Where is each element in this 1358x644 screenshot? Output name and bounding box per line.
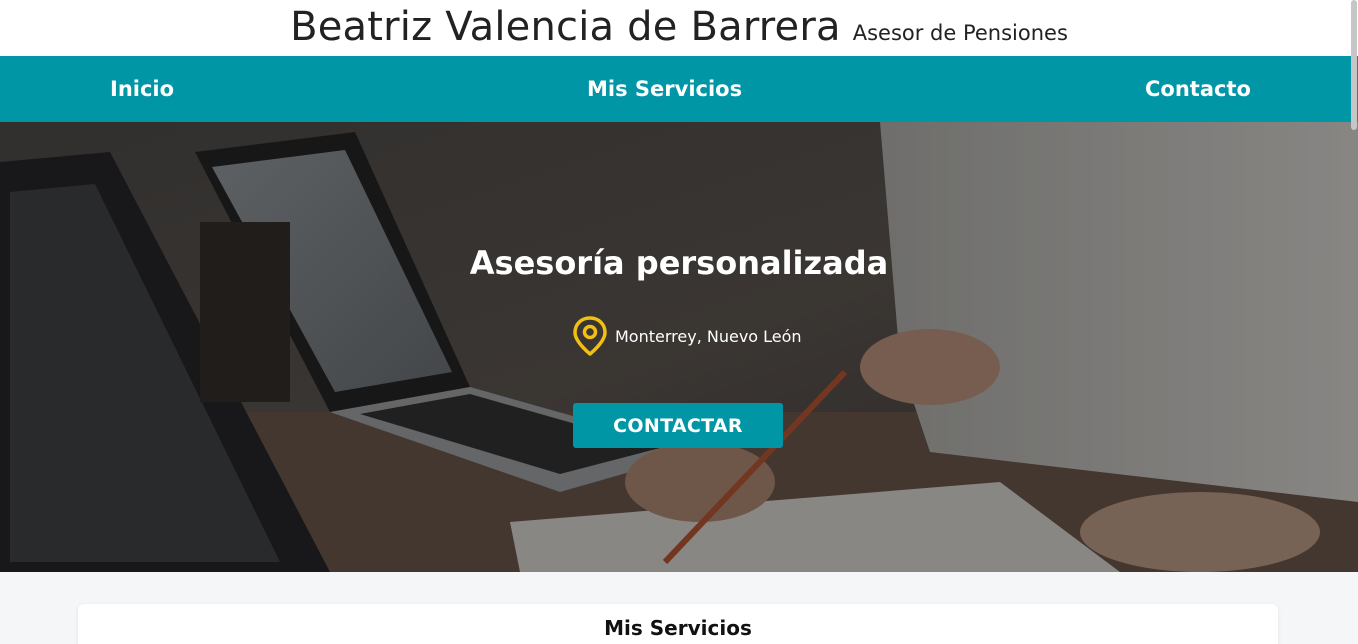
map-pin-icon <box>571 315 609 357</box>
nav-link-mis-servicios[interactable]: Mis Servicios <box>587 56 742 122</box>
services-title: Mis Servicios <box>604 616 752 640</box>
hero-section: Asesoría personalizada Monterrey, Nuevo … <box>0 122 1358 572</box>
hero-location: Monterrey, Nuevo León <box>571 316 802 356</box>
nav-link-contacto[interactable]: Contacto <box>1145 56 1251 122</box>
services-card: Mis Servicios <box>78 604 1278 644</box>
site-role: Asesor de Pensiones <box>852 21 1068 45</box>
site-header: Beatriz Valencia de Barrera Asesor de Pe… <box>0 0 1358 56</box>
site-name: Beatriz Valencia de Barrera <box>290 4 841 50</box>
page-scrollbar[interactable] <box>1350 0 1358 644</box>
contactar-button[interactable]: CONTACTAR <box>573 403 783 448</box>
location-text: Monterrey, Nuevo León <box>615 326 802 346</box>
nav-link-inicio[interactable]: Inicio <box>110 56 174 122</box>
scrollbar-thumb[interactable] <box>1351 0 1357 130</box>
services-section: Mis Servicios <box>0 572 1358 644</box>
hero-title: Asesoría personalizada <box>469 244 889 282</box>
main-navbar: Inicio Mis Servicios Contacto <box>0 56 1358 122</box>
